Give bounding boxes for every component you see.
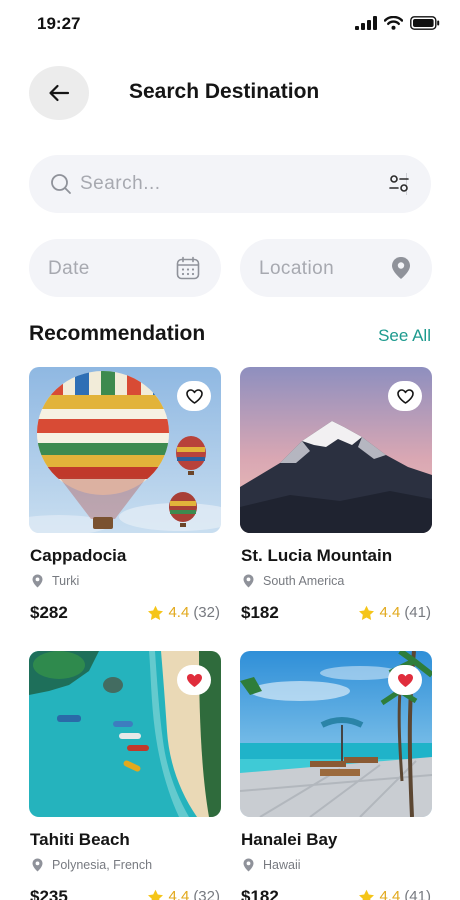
location-field[interactable]: Location	[240, 239, 432, 297]
card-price: $235	[30, 887, 68, 900]
card-location-text: Turki	[52, 574, 80, 588]
rating-value: 4.4	[168, 888, 190, 900]
map-pin-icon	[243, 574, 254, 588]
heart-filled-icon	[186, 673, 202, 687]
rating-count: (32)	[193, 888, 220, 900]
card-rating: 4.4 (32)	[147, 888, 220, 900]
map-pin-icon	[32, 858, 43, 872]
card-location: Hawaii	[243, 858, 301, 872]
rating-value: 4.4	[379, 888, 401, 900]
signal-icon	[355, 16, 377, 30]
card-name: St. Lucia Mountain	[241, 546, 393, 565]
date-label: Date	[48, 258, 90, 279]
page-title: Search Destination	[129, 80, 320, 103]
card-location: South America	[243, 574, 344, 588]
star-icon	[359, 889, 375, 900]
date-field[interactable]: Date	[29, 239, 221, 297]
card-location: Turki	[32, 574, 79, 588]
card-name: Tahiti Beach	[30, 830, 130, 849]
search-icon	[51, 174, 71, 194]
card-price: $182	[241, 603, 279, 622]
rating-value: 4.4	[168, 604, 190, 621]
heart-filled-icon	[397, 673, 413, 687]
card-location-text: Hawaii	[263, 858, 301, 872]
status-icons	[355, 16, 440, 30]
back-button[interactable]	[29, 66, 89, 120]
favorite-button[interactable]	[177, 381, 211, 411]
battery-icon	[410, 16, 440, 30]
wifi-icon	[384, 16, 403, 30]
card-name: Hanalei Bay	[241, 830, 338, 849]
card-location-text: Polynesia, French	[52, 858, 153, 872]
arrow-left-icon	[49, 84, 70, 102]
favorite-button[interactable]	[388, 381, 422, 411]
card-location-text: South America	[263, 574, 345, 588]
location-label: Location	[259, 258, 335, 279]
calendar-icon	[176, 256, 200, 280]
card-price: $182	[241, 887, 279, 900]
rating-count: (32)	[193, 604, 220, 621]
filter-icon[interactable]	[389, 175, 409, 193]
star-icon	[148, 605, 164, 620]
status-bar: 19:27	[0, 0, 460, 50]
favorite-button[interactable]	[177, 665, 211, 695]
map-pin-icon	[243, 858, 254, 872]
card-price: $282	[30, 603, 68, 622]
card-location: Polynesia, French	[32, 858, 152, 872]
card-name: Cappadocia	[30, 546, 127, 565]
rating-value: 4.4	[379, 604, 401, 621]
see-all-link[interactable]: See All	[378, 326, 431, 346]
star-icon	[148, 889, 164, 900]
star-icon	[359, 605, 375, 620]
map-pin-icon	[392, 257, 410, 279]
section-title: Recommendation	[29, 322, 206, 345]
map-pin-icon	[32, 574, 43, 588]
card-rating: 4.4 (41)	[358, 888, 431, 900]
favorite-button[interactable]	[388, 665, 422, 695]
rating-count: (41)	[404, 604, 431, 621]
heart-outline-icon	[185, 388, 203, 404]
card-rating: 4.4 (41)	[358, 604, 431, 621]
rating-count: (41)	[404, 888, 431, 900]
search-bar	[29, 155, 431, 213]
card-rating: 4.4 (32)	[147, 604, 220, 621]
heart-outline-icon	[396, 388, 414, 404]
status-time: 19:27	[37, 14, 81, 33]
search-input[interactable]	[80, 155, 360, 213]
